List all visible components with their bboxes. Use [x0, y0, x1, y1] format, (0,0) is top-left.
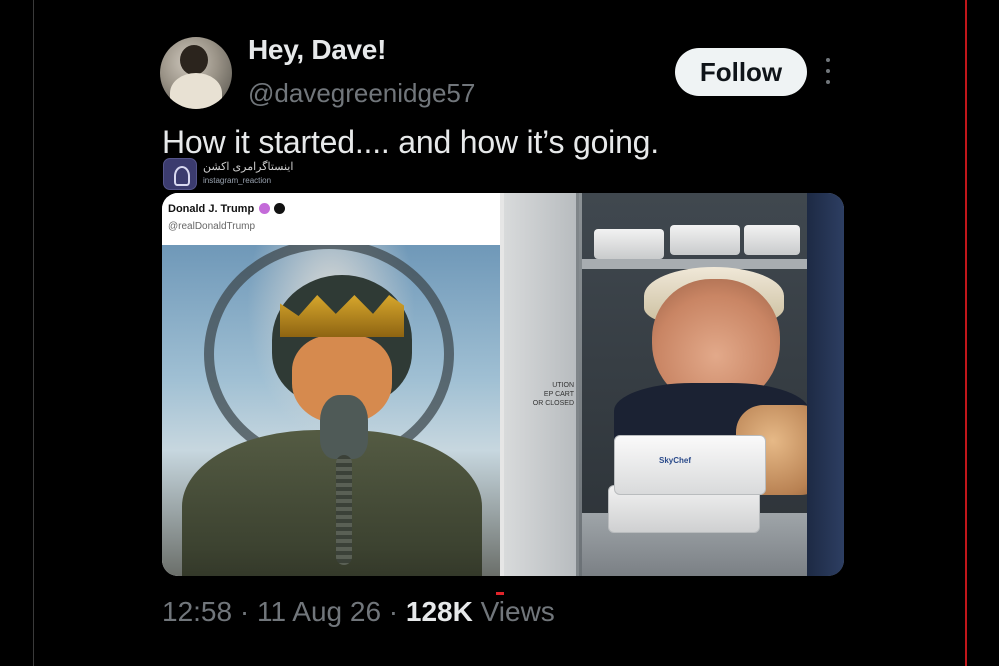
embedded-post-header: Donald J. Trump @realDonaldTrump — [162, 193, 500, 245]
embedded-post-name: Donald J. Trump — [168, 203, 255, 215]
meal-tray — [670, 225, 740, 255]
more-options-icon[interactable] — [818, 56, 838, 86]
follow-button[interactable]: Follow — [675, 48, 807, 96]
oxygen-hose — [336, 455, 352, 565]
meta-separator: · — [388, 596, 399, 627]
tweet-time[interactable]: 12:58 — [162, 596, 232, 627]
tweet-media[interactable]: Donald J. Trump @realDonaldTrump UTION E… — [162, 193, 844, 576]
avatar-body-shape — [170, 73, 222, 109]
avatar-head-shape — [180, 45, 208, 75]
verified-badge-icon — [259, 203, 270, 214]
media-left-panel: Donald J. Trump @realDonaldTrump — [162, 193, 500, 576]
embedded-post-handle: @realDonaldTrump — [168, 221, 256, 232]
meal-tray — [594, 229, 664, 259]
media-right-panel: UTION EP CART OR CLOSED SkyChef — [504, 193, 844, 576]
tweet-text: How it started.... and how it’s going. — [162, 124, 659, 160]
pilot-illustration — [162, 245, 500, 576]
cart-door-notice: UTION EP CART OR CLOSED — [532, 382, 574, 407]
playback-marker — [496, 592, 504, 595]
tweet-metadata: 12:58 · 11 Aug 26 · 128K Views — [162, 596, 555, 628]
author-display-name[interactable]: Hey, Dave! — [248, 34, 386, 66]
meal-tray — [744, 225, 800, 255]
meal-brand-label: SkyChef — [659, 456, 692, 465]
author-avatar[interactable] — [160, 37, 232, 109]
views-count[interactable]: 128K — [406, 596, 473, 627]
cabin-curtain — [807, 193, 844, 576]
meta-separator: · — [239, 596, 250, 627]
left-column-border — [33, 0, 34, 666]
tweet-date[interactable]: 11 Aug 26 — [257, 596, 381, 627]
cart-door: UTION EP CART OR CLOSED — [504, 193, 579, 576]
watermark-logo-icon — [163, 158, 197, 190]
more-dot — [826, 80, 830, 84]
tweet-view: Hey, Dave! @davegreenidge57 Follow How i… — [0, 0, 999, 666]
meal-container: SkyChef — [614, 435, 766, 495]
affiliation-icon — [274, 203, 285, 214]
views-label: Views — [480, 596, 555, 627]
more-dot — [826, 69, 830, 73]
watermark-title: اینستاگرامری اکشن — [203, 161, 294, 173]
watermark-subtitle: instagram_reaction — [203, 176, 272, 185]
author-handle[interactable]: @davegreenidge57 — [248, 78, 475, 109]
more-dot — [826, 58, 830, 62]
right-column-border — [965, 0, 967, 666]
oxygen-mask — [320, 395, 368, 459]
